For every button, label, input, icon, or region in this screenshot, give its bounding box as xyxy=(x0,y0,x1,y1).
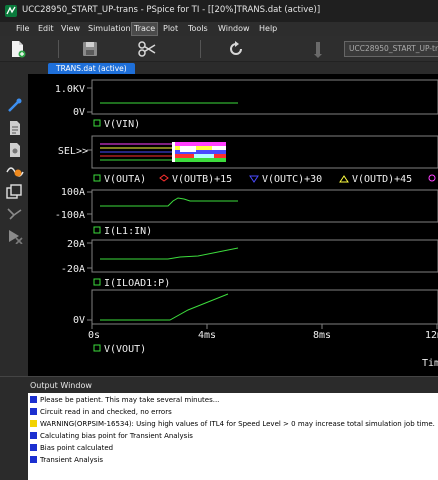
legend-diamond-icon xyxy=(159,174,169,182)
plot4-ymin-label: -20A xyxy=(61,264,85,275)
windows-icon[interactable] xyxy=(6,184,24,200)
plot2-sel-label: SEL>> xyxy=(58,146,88,157)
log-text: WARNING(ORPSIM-16534): Using high values… xyxy=(40,420,435,428)
plot1-ymin-label: 0V xyxy=(73,107,85,118)
legend-v-outd: V(OUTD)+45 xyxy=(352,174,412,185)
trace-i-iload1 xyxy=(100,247,239,260)
legend-square-icon xyxy=(93,119,101,127)
output-window-title: Output Window xyxy=(30,381,92,390)
plot4-frame xyxy=(91,239,438,273)
new-file-icon[interactable] xyxy=(8,39,28,59)
legend-square-icon xyxy=(93,278,101,286)
log-text: Circuit read in and checked, no errors xyxy=(40,408,172,416)
output-log[interactable]: Please be patient. This may take several… xyxy=(28,393,438,480)
menu-window[interactable]: Window xyxy=(218,24,250,33)
connection-icon[interactable] xyxy=(6,206,24,222)
legend-v-outa: V(OUTA) xyxy=(104,174,146,185)
left-toolbar xyxy=(0,62,28,376)
document-settings-icon[interactable] xyxy=(6,142,24,158)
tab-trans-dat[interactable]: TRANS.dat (active) xyxy=(48,63,135,74)
plot1-ymax-label: 1.0KV xyxy=(55,84,85,95)
toolbar-separator xyxy=(200,40,201,58)
menu-help[interactable]: Help xyxy=(259,24,277,33)
menu-edit[interactable]: Edit xyxy=(38,24,54,33)
menu-bar: File Edit View Simulation Trace Plot Too… xyxy=(0,22,438,36)
menu-simulation[interactable]: Simulation xyxy=(88,24,131,33)
legend-down-triangle-icon xyxy=(249,175,259,183)
menu-view[interactable]: View xyxy=(61,24,80,33)
legend-i-iload1: I(ILOAD1:P) xyxy=(104,278,170,289)
legend-i-l1: I(L1:IN) xyxy=(104,226,152,237)
plot1-frame xyxy=(91,79,438,115)
refresh-icon[interactable] xyxy=(226,39,246,59)
log-text: Calculating bias point for Transient Ana… xyxy=(40,432,193,440)
simulation-profile-select[interactable]: UCC28950_START_UP-trans xyxy=(344,41,438,57)
save-icon[interactable] xyxy=(80,39,100,59)
warning-icon xyxy=(30,420,37,427)
marker-icon[interactable] xyxy=(310,39,330,59)
menu-plot[interactable]: Plot xyxy=(163,24,178,33)
legend-v-outc: V(OUTC)+30 xyxy=(262,174,322,185)
x-tick-0s: 0s xyxy=(88,330,100,341)
x-axis-label: Time xyxy=(422,358,438,369)
trace-i-l1 xyxy=(100,197,238,207)
legend-v-vin: V(VIN) xyxy=(104,119,140,130)
info-icon xyxy=(30,408,37,415)
waveform-settings-icon[interactable] xyxy=(6,162,24,178)
trace-v-vout xyxy=(100,293,229,321)
trace-outputs xyxy=(100,142,226,162)
legend-up-triangle-icon xyxy=(339,175,349,183)
menu-trace[interactable]: Trace xyxy=(130,22,159,36)
cut-icon[interactable] xyxy=(137,39,157,59)
legend-square-icon xyxy=(93,344,101,352)
probe-icon[interactable] xyxy=(6,98,24,114)
info-icon xyxy=(30,456,37,463)
log-text: Please be patient. This may take several… xyxy=(40,396,220,404)
info-icon xyxy=(30,432,37,439)
simulation-profile-value: UCC28950_START_UP-trans xyxy=(349,44,438,53)
window-title: UCC28950_START_UP-trans - PSpice for TI … xyxy=(22,5,321,15)
info-icon xyxy=(30,396,37,403)
x-tick-4ms: 4ms xyxy=(198,330,216,341)
legend-square-icon xyxy=(93,174,101,182)
info-icon xyxy=(30,444,37,451)
toolbar-separator xyxy=(58,40,59,58)
legend-v-outb: V(OUTB)+15 xyxy=(172,174,232,185)
plot5-ymin-label: 0V xyxy=(73,315,85,326)
pspice-app-icon xyxy=(5,5,17,17)
legend-square-icon xyxy=(93,226,101,234)
plot5-frame xyxy=(91,289,438,325)
menu-file[interactable]: File xyxy=(16,24,29,33)
title-bar: UCC28950_START_UP-trans - PSpice for TI … xyxy=(0,0,438,22)
plot3-ymin-label: -100A xyxy=(55,210,85,221)
document-icon[interactable] xyxy=(6,120,24,136)
menu-tools[interactable]: Tools xyxy=(188,24,208,33)
log-text: Transient Analysis xyxy=(40,456,103,464)
legend-circle-icon xyxy=(428,174,436,182)
waveform-plots: 1.0KV 0V SEL>> 100A -100A 20A -20A 0V V(… xyxy=(55,79,438,369)
document-tab-strip: TRANS.dat (active) xyxy=(28,62,438,74)
probe-plot-area[interactable]: 1.0KV 0V SEL>> 100A -100A 20A -20A 0V V(… xyxy=(28,74,438,376)
output-window: Output Window Please be patient. This ma… xyxy=(0,376,438,480)
plot4-ymax-label: 20A xyxy=(67,239,85,250)
log-text: Bias point calculated xyxy=(40,444,114,452)
x-tick-8ms: 8ms xyxy=(313,330,331,341)
legend-v-vout: V(VOUT) xyxy=(104,344,146,355)
plot3-ymax-label: 100A xyxy=(61,187,85,198)
x-tick-12ms: 12ms xyxy=(425,330,438,341)
toolbar: UCC28950_START_UP-trans xyxy=(0,36,438,62)
run-icon[interactable] xyxy=(6,228,24,244)
